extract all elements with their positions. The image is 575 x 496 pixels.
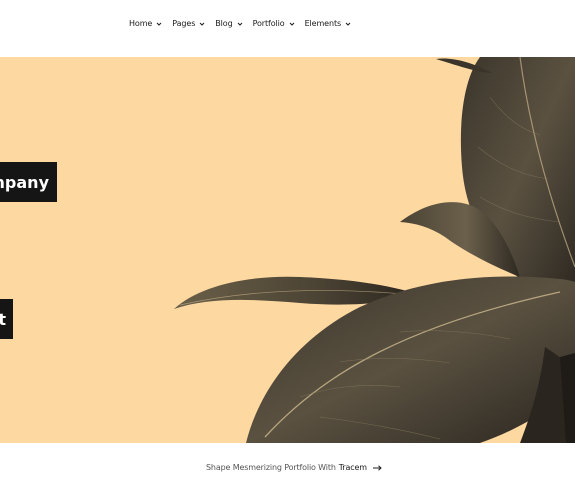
nav-item-label: Elements — [304, 19, 342, 28]
page: Home Pages Blog Portfolio Elements pany … — [0, 0, 575, 496]
nav-item-elements[interactable]: Elements — [305, 19, 352, 28]
nav-item-home[interactable]: Home — [129, 19, 162, 28]
hero-headline-tag: mpany — [0, 162, 57, 202]
hero-section: mpany t — [0, 57, 575, 443]
hero-button-tag[interactable]: t — [0, 299, 13, 339]
chevron-down-icon — [237, 21, 243, 27]
nav-item-blog[interactable]: Blog — [215, 19, 242, 28]
arrow-right-icon — [372, 464, 382, 471]
site-header: Home Pages Blog Portfolio Elements — [0, 0, 575, 57]
nav-item-portfolio[interactable]: Portfolio — [253, 19, 295, 28]
promo-text: Shape Mesmerizing Portfolio With — [206, 463, 336, 472]
plant-leaves-image — [174, 57, 575, 443]
chevron-down-icon — [156, 21, 162, 27]
promo-brand: Tracem — [338, 463, 367, 472]
nav-item-label: Pages — [172, 19, 196, 28]
portfolio-promo-link[interactable]: Shape Mesmerizing Portfolio With Tracem — [206, 463, 382, 472]
main-nav: Home Pages Blog Portfolio Elements — [129, 19, 351, 28]
chevron-down-icon — [199, 21, 205, 27]
nav-item-label: Portfolio — [252, 19, 285, 28]
nav-item-label: Home — [129, 19, 153, 28]
chevron-down-icon — [345, 21, 351, 27]
nav-item-pages[interactable]: Pages — [172, 19, 205, 28]
hero-headline-text: mpany — [0, 172, 49, 192]
chevron-down-icon — [289, 21, 295, 27]
nav-item-label: Blog — [215, 19, 233, 28]
footer-strip: Shape Mesmerizing Portfolio With Tracem — [0, 443, 575, 496]
hero-button-text: t — [0, 309, 6, 329]
